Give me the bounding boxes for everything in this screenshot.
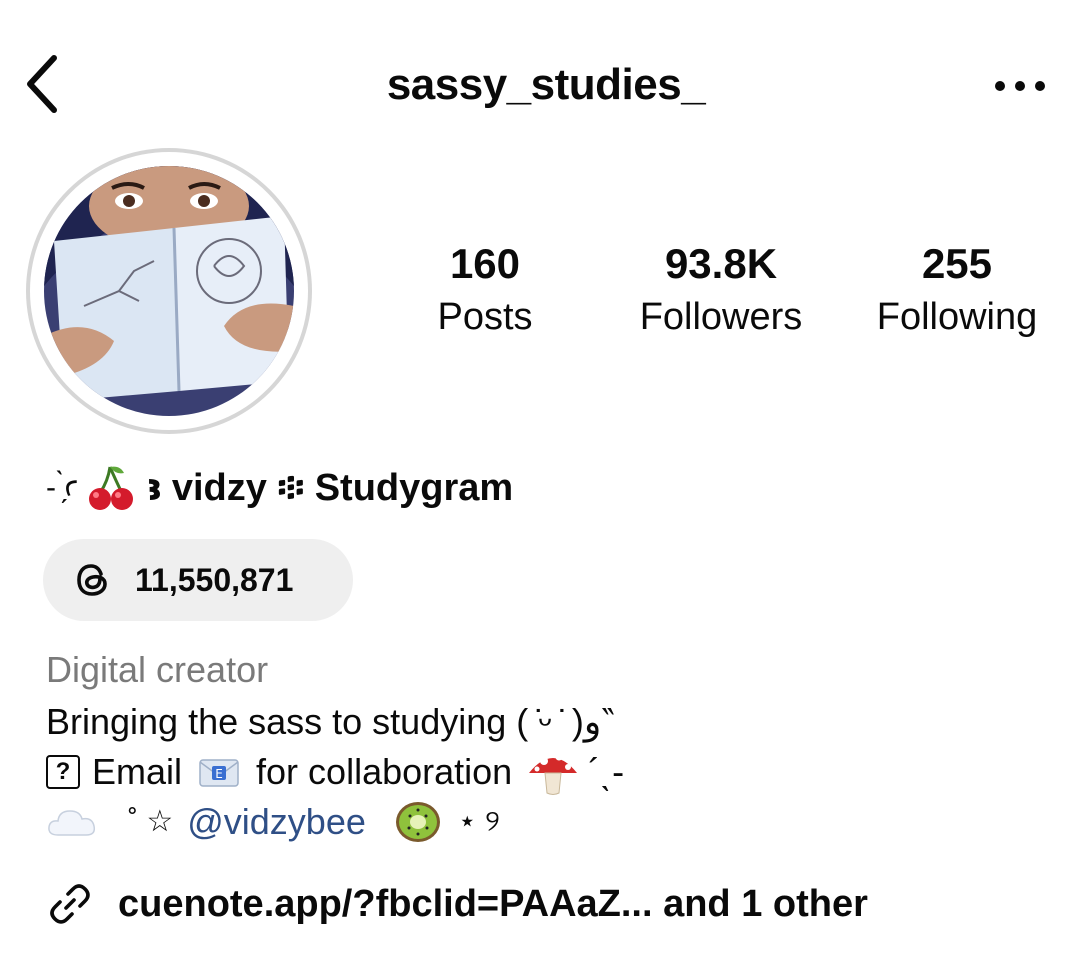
posts-count: 160	[449, 240, 521, 287]
more-horizontal-icon	[995, 81, 1045, 91]
more-options-button[interactable]	[985, 66, 1055, 106]
profile-username: sassy_studies_	[386, 60, 706, 109]
threads-icon	[77, 564, 107, 596]
following-label: Following	[876, 296, 1038, 338]
bio-line-3-end: ⋆ ୨	[457, 805, 500, 838]
stat-followers[interactable]: 93.8K Followers	[615, 238, 827, 344]
threads-count: 11,550,871	[135, 561, 294, 598]
display-name-prefix: - ̗̀ꜥ	[46, 471, 79, 504]
avatar[interactable]	[26, 148, 312, 434]
mushroom-icon	[529, 753, 578, 795]
question-box-icon: ?	[46, 755, 80, 789]
svg-text:E: E	[215, 767, 223, 781]
bio-line-3: ˚ ☆ @vidzybee ⋆ ୨	[46, 797, 500, 847]
followers-count: 93.8K	[664, 240, 778, 287]
bio-line-3-deco: ˚ ☆	[128, 805, 174, 838]
mention-link[interactable]: @vidzybee	[187, 797, 366, 847]
followers-label: Followers	[639, 296, 803, 338]
cherry-icon	[86, 463, 136, 513]
link-text: cuenote.app/?fbclid=PAAaZ... and 1 other	[118, 882, 868, 925]
link-icon	[50, 884, 90, 924]
following-count: 255	[921, 240, 993, 287]
bio-line-2-deco: ´ˎ-	[588, 751, 625, 792]
profile-category: Digital creator	[46, 649, 269, 690]
posts-label: Posts	[437, 296, 533, 338]
cloud-icon	[48, 810, 96, 836]
envelope-icon: E	[199, 759, 239, 787]
display-name: - ̗̀ꜥ ꜣ vidzy ፨ Studygram	[46, 462, 513, 514]
stat-following[interactable]: 255 Following	[862, 238, 1052, 344]
kiwi-icon	[395, 802, 440, 842]
bio-link[interactable]: cuenote.app/?fbclid=PAAaZ... and 1 other	[46, 880, 868, 928]
threads-badge[interactable]: 11,550,871	[43, 539, 353, 621]
display-name-text: ꜣ vidzy ፨ Studygram	[146, 467, 514, 509]
profile-photo	[44, 166, 294, 416]
bio-line-2: ? Email E for collaboration ´ˎ-	[46, 747, 624, 797]
bio-line-1: Bringing the sass to studying ( ̇ᵕ ̇ )و‶	[46, 701, 615, 742]
bio-collab-text: for collaboration	[256, 751, 513, 792]
stat-posts[interactable]: 160 Posts	[420, 238, 550, 344]
profile-header: sassy_studies_	[0, 0, 1092, 170]
bio-email-text: Email	[92, 751, 183, 792]
